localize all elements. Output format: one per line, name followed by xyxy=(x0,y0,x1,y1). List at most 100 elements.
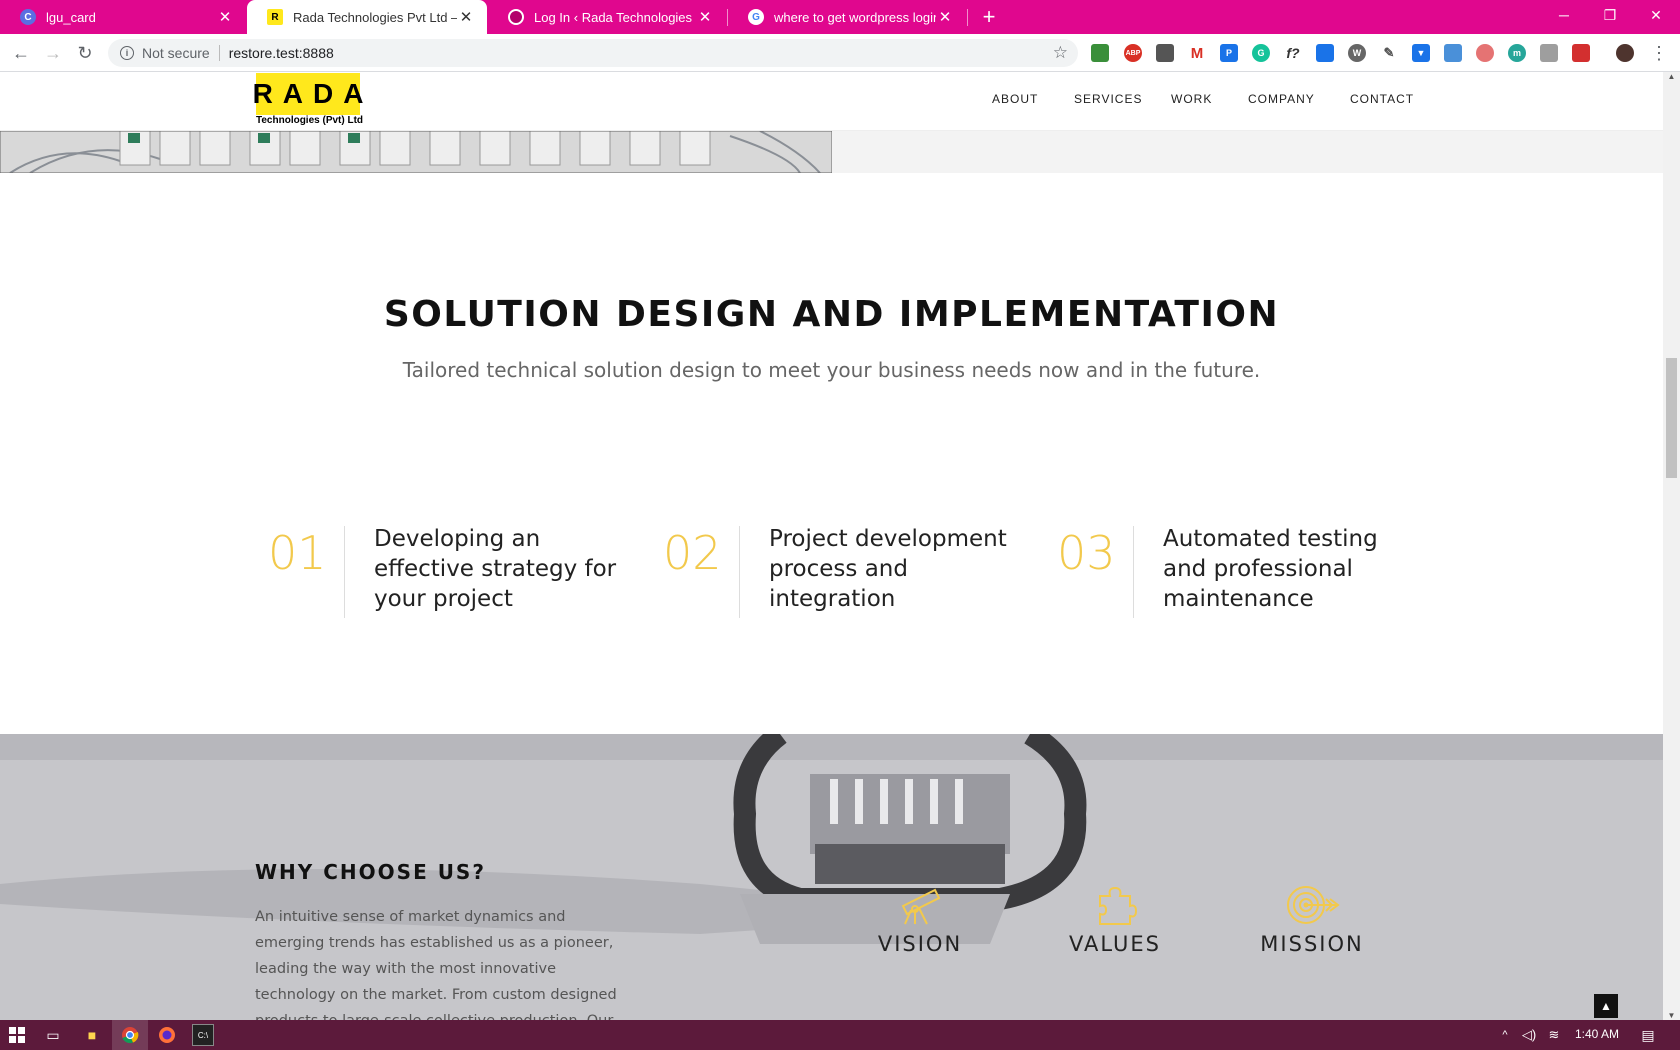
firefox-icon[interactable] xyxy=(156,1024,178,1046)
nav-contact[interactable]: CONTACT xyxy=(1350,92,1414,106)
why-choose-us-section: WHY CHOOSE US? An intuitive sense of mar… xyxy=(0,734,1663,1020)
file-explorer-icon[interactable]: ■ xyxy=(81,1024,103,1046)
extension-grey-icon[interactable] xyxy=(1540,44,1558,62)
tab-title: lgu_card xyxy=(46,9,96,25)
page-viewport: RADA Technologies (Pvt) Ltd ABOUT SERVIC… xyxy=(0,72,1663,1020)
scrollbar-thumb[interactable] xyxy=(1666,358,1677,478)
puzzle-icon xyxy=(1099,886,1138,925)
extension-download-icon[interactable]: ▼ xyxy=(1412,44,1430,62)
menu-kebab-icon[interactable]: ⋮ xyxy=(1646,40,1672,66)
google-favicon-icon: G xyxy=(748,9,764,25)
windows-start-icon[interactable] xyxy=(6,1024,28,1046)
step-number: 03 xyxy=(1057,526,1116,580)
tab-favicon-icon: C xyxy=(20,9,36,25)
step-number: 01 xyxy=(268,526,327,580)
page-scrollbar[interactable]: ▲ ▼ xyxy=(1663,72,1680,1020)
omnibox-divider xyxy=(218,45,220,61)
tab-rada-technologies[interactable]: R Rada Technologies Pvt Ltd – Auto ✕ xyxy=(247,0,487,34)
profile-avatar[interactable] xyxy=(1616,44,1634,62)
tab-title: where to get wordpress login pa xyxy=(774,9,936,25)
step-text: Developing an effective strategy for you… xyxy=(374,526,617,612)
feature-label: VALUES xyxy=(1068,932,1161,956)
address-bar[interactable]: i Not secure restore.test:8888 ☆ xyxy=(108,39,1078,67)
grammarly-icon[interactable]: G xyxy=(1252,44,1270,62)
reload-icon[interactable]: ↻ xyxy=(72,40,98,66)
why-title: WHY CHOOSE US? xyxy=(255,860,486,884)
task-view-icon[interactable]: ▭ xyxy=(42,1024,64,1046)
step-number: 02 xyxy=(663,526,722,580)
telescope-icon xyxy=(901,888,941,925)
step-text: Project development process and integrat… xyxy=(769,526,1007,612)
restore-icon[interactable]: ❐ xyxy=(1587,0,1633,30)
eyedropper-icon[interactable]: ✎ xyxy=(1380,44,1398,62)
extension-shield-icon[interactable] xyxy=(1156,44,1174,62)
forward-arrow-icon[interactable]: → xyxy=(40,40,66,66)
step-divider xyxy=(739,526,740,618)
tab-title: Log In ‹ Rada Technologies Pvt Lt xyxy=(534,9,696,25)
hero-image-strip xyxy=(0,131,1663,173)
section-subtitle: Tailored technical solution design to me… xyxy=(402,358,1261,382)
bookmark-star-icon[interactable]: ☆ xyxy=(1053,43,1068,63)
extension-m-icon[interactable]: m xyxy=(1508,44,1526,62)
step-divider xyxy=(1133,526,1134,618)
info-icon[interactable]: i xyxy=(120,46,134,60)
chrome-icon[interactable] xyxy=(119,1024,141,1046)
volume-icon[interactable]: ◁) xyxy=(1518,1024,1540,1046)
step-divider xyxy=(344,526,345,618)
tray-chevron-icon[interactable]: ^ xyxy=(1494,1024,1516,1046)
tab-lgu-card[interactable]: C lgu_card ✕ xyxy=(0,0,246,34)
extension-globe-icon[interactable] xyxy=(1091,44,1109,62)
back-arrow-icon[interactable]: ← xyxy=(8,40,34,66)
close-icon[interactable]: ✕ xyxy=(216,8,234,26)
terminal-icon[interactable]: C:\ xyxy=(192,1024,214,1046)
nav-services[interactable]: SERVICES xyxy=(1074,92,1142,106)
feature-vision: VISION xyxy=(840,884,1000,956)
nav-company[interactable]: COMPANY xyxy=(1248,92,1315,106)
extension-shield-red-icon[interactable] xyxy=(1476,44,1494,62)
close-icon[interactable]: ✕ xyxy=(696,8,714,26)
tab-google-search[interactable]: G where to get wordpress login pa ✕ xyxy=(728,0,966,34)
minimize-icon[interactable]: ─ xyxy=(1541,0,1587,30)
wordpress-icon[interactable]: W xyxy=(1348,44,1366,62)
wordpress-favicon-icon xyxy=(508,9,524,25)
network-icon[interactable]: ≋ xyxy=(1543,1024,1565,1046)
extension-calendar-icon[interactable] xyxy=(1572,44,1590,62)
tab-title: Rada Technologies Pvt Ltd – Auto xyxy=(293,9,457,25)
scroll-up-arrow-icon[interactable]: ▲ xyxy=(1663,72,1680,81)
extension-window-icon[interactable] xyxy=(1444,44,1462,62)
close-icon[interactable]: ✕ xyxy=(457,8,475,26)
new-tab-button[interactable]: + xyxy=(976,4,1002,30)
site-header: RADA Technologies (Pvt) Ltd ABOUT SERVIC… xyxy=(0,72,1663,131)
back-to-top-button[interactable]: ▲ xyxy=(1594,994,1618,1018)
url-text[interactable]: restore.test:8888 xyxy=(229,45,334,61)
why-body-text: An intuitive sense of market dynamics an… xyxy=(255,909,617,1020)
security-label: Not secure xyxy=(142,45,210,61)
site-logo[interactable]: RADA xyxy=(253,73,363,115)
step-item: 02 Project development process and integ… xyxy=(663,524,1023,620)
adblock-icon[interactable]: ABP xyxy=(1124,44,1142,62)
extension-blocks-icon[interactable] xyxy=(1316,44,1334,62)
tab-login[interactable]: Log In ‹ Rada Technologies Pvt Lt ✕ xyxy=(488,0,726,34)
font-finder-icon[interactable]: f? xyxy=(1284,44,1302,62)
taskbar-clock[interactable]: 1:40 AM xyxy=(1575,1027,1619,1041)
scroll-down-arrow-icon[interactable]: ▼ xyxy=(1663,1011,1680,1020)
nav-about[interactable]: ABOUT xyxy=(992,92,1038,106)
step-item: 01 Developing an effective strategy for … xyxy=(268,524,628,620)
nav-work[interactable]: WORK xyxy=(1171,92,1212,106)
extension-p-icon[interactable]: P xyxy=(1220,44,1238,62)
tab-separator xyxy=(967,9,968,26)
tab-favicon-icon: R xyxy=(267,9,283,25)
windows-taskbar: ▭ ■ C:\ ^ ◁) ≋ 1:40 AM ▤ xyxy=(0,1020,1680,1050)
logo-subtext: Technologies (Pvt) Ltd xyxy=(256,115,364,126)
browser-toolbar: ← → ↻ i Not secure restore.test:8888 ☆ A… xyxy=(0,34,1680,99)
feature-mission: MISSION xyxy=(1232,884,1392,956)
gmail-icon[interactable]: M xyxy=(1188,44,1206,62)
feature-label: VISION xyxy=(877,932,963,956)
notifications-icon[interactable]: ▤ xyxy=(1637,1024,1659,1046)
window-close-icon[interactable]: ✕ xyxy=(1633,0,1679,30)
step-item: 03 Automated testing and professional ma… xyxy=(1057,524,1417,620)
feature-values: VALUES xyxy=(1035,884,1195,956)
target-icon xyxy=(1287,886,1340,924)
close-icon[interactable]: ✕ xyxy=(936,8,954,26)
step-text: Automated testing and professional maint… xyxy=(1163,526,1378,612)
